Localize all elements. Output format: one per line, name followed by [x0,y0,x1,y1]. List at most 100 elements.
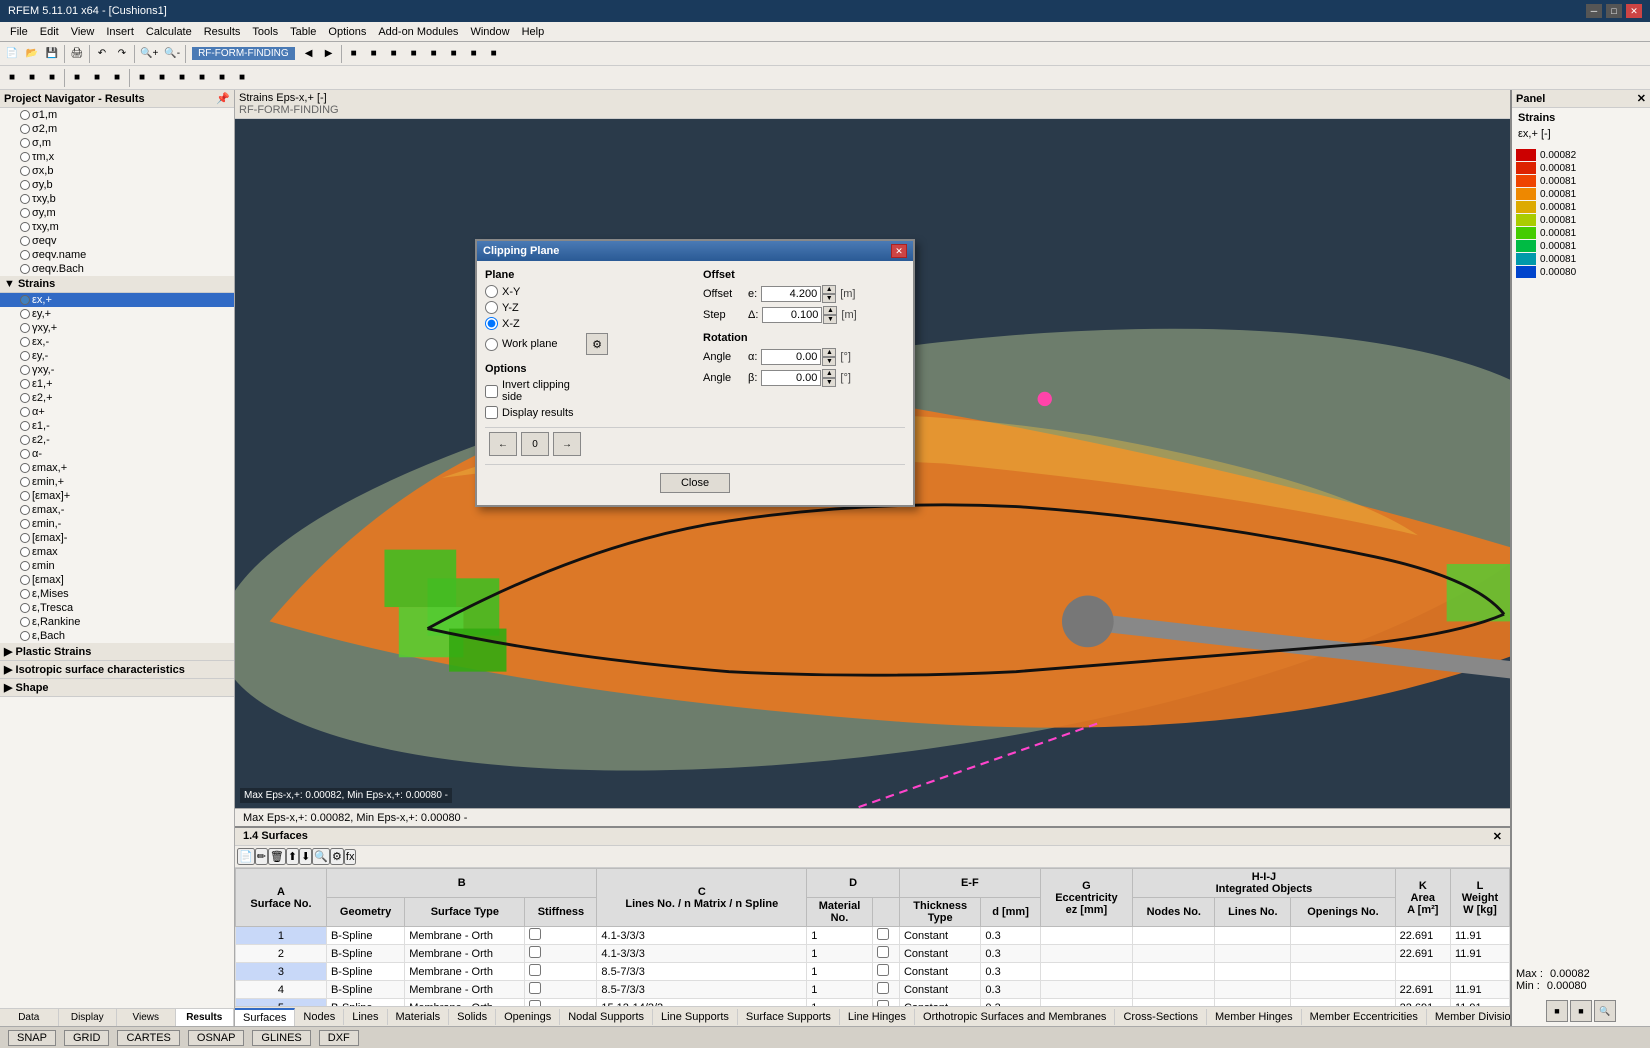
tree-item-tauxym[interactable]: τxy,m [0,220,234,234]
bt-btn3[interactable]: 🗑 [268,848,286,865]
tb2-btn2[interactable]: ■ [22,68,42,88]
window-controls[interactable]: ─ □ ✕ [1586,4,1642,18]
tree-item-alpha-plus[interactable]: α+ [0,405,234,419]
cartes-btn[interactable]: CARTES [117,1030,179,1046]
menu-results[interactable]: Results [198,24,247,40]
tb-btn4[interactable]: ■ [404,44,424,64]
tree-item-epsmax-minus[interactable]: εmax,- [0,503,234,517]
alpha-down-btn[interactable]: ▼ [822,357,836,366]
shape-section[interactable]: ▶ Shape [0,679,234,697]
tree-item-epstresca[interactable]: ε,Tresca [0,601,234,615]
menu-view[interactable]: View [65,24,101,40]
tb2-btn11[interactable]: ■ [212,68,232,88]
clipping-plane-dialog[interactable]: Clipping Plane ✕ Plane [475,239,915,507]
tree-item-gammaxy-minus[interactable]: γxy,- [0,363,234,377]
tb-btn7[interactable]: ■ [464,44,484,64]
tab-nodal-supports[interactable]: Nodal Supports [560,1009,653,1025]
menu-tools[interactable]: Tools [246,24,284,40]
beta-down-btn[interactable]: ▼ [822,378,836,387]
menu-table[interactable]: Table [284,24,322,40]
tree-item-eps2-plus[interactable]: ε2,+ [0,391,234,405]
beta-up-btn[interactable]: ▲ [822,369,836,378]
minimize-btn[interactable]: ─ [1586,4,1602,18]
thickness-chk[interactable] [877,982,889,994]
grid-btn[interactable]: GRID [64,1030,110,1046]
panel-close-icon[interactable]: ✕ [1637,92,1646,105]
zoom-in-btn[interactable]: 🔍+ [137,44,161,64]
plane-xz-radio[interactable] [485,317,498,330]
panel-tb-btn2[interactable]: ■ [1570,1000,1592,1022]
bt-btn5[interactable]: ⬇ [299,848,312,865]
undo-btn[interactable]: ↶ [92,44,112,64]
nav-right-btn[interactable]: ▶ [319,44,339,64]
tree-item-epsmises[interactable]: ε,Mises [0,587,234,601]
tree-item-sigmaxb[interactable]: σx,b [0,164,234,178]
tree-item-alpha-minus[interactable]: α- [0,447,234,461]
menu-options[interactable]: Options [322,24,372,40]
thickness-chk[interactable] [877,946,889,958]
invert-checkbox[interactable] [485,385,498,398]
bt-btn1[interactable]: 📄 [237,848,255,865]
offset-down-btn[interactable]: ▼ [822,294,836,303]
tree-item-eps1-plus[interactable]: ε1,+ [0,377,234,391]
tb-btn8[interactable]: ■ [484,44,504,64]
isotropic-section[interactable]: ▶ Isotropic surface characteristics [0,661,234,679]
menu-window[interactable]: Window [464,24,515,40]
tree-item-epsmin-minus[interactable]: εmin,- [0,517,234,531]
tb-btn3[interactable]: ■ [384,44,404,64]
dialog-tb-btn3[interactable]: → [553,432,581,456]
tb-btn6[interactable]: ■ [444,44,464,64]
bt-fx-btn[interactable]: fx [344,849,357,865]
tb-btn5[interactable]: ■ [424,44,444,64]
tree-item-sigmaeqv[interactable]: σeqv [0,234,234,248]
tree-item-epsmin[interactable]: εmin [0,559,234,573]
tab-member-div[interactable]: Member Divisions [1427,1009,1510,1025]
bt-btn4[interactable]: ⬆ [286,848,299,865]
tree-item-sigmaym[interactable]: σy,m [0,206,234,220]
tb2-btn9[interactable]: ■ [172,68,192,88]
tab-display[interactable]: Display [59,1009,118,1026]
beta-input[interactable] [761,370,821,386]
tree-item-sigmam[interactable]: σ,m [0,136,234,150]
tab-views[interactable]: Views [117,1009,176,1026]
table-row[interactable]: 3 B-Spline Membrane - Orth 8.5-7/3/3 1 C… [236,963,1510,981]
tree-item-eps1-minus[interactable]: ε1,- [0,419,234,433]
dialog-tb-btn2[interactable]: 0 [521,432,549,456]
plane-workplane-radio[interactable] [485,338,498,351]
table-container[interactable]: ASurface No. B CLines No. / n Matrix / n… [235,868,1510,1006]
tab-results[interactable]: Results [176,1009,235,1026]
stiffness-check[interactable] [529,946,541,958]
tab-lines[interactable]: Lines [344,1009,387,1025]
tree-item-taumx[interactable]: τm,x [0,150,234,164]
tb2-btn10[interactable]: ■ [192,68,212,88]
tab-surface-supports[interactable]: Surface Supports [738,1009,840,1025]
tree-item-epsmax[interactable]: εmax [0,545,234,559]
table-row[interactable]: 4 B-Spline Membrane - Orth 8.5-7/3/3 1 C… [236,981,1510,999]
plane-yz-radio[interactable] [485,301,498,314]
tree-item-gammaxy-plus[interactable]: γxy,+ [0,321,234,335]
close-btn[interactable]: ✕ [1626,4,1642,18]
tree-item-epsy-minus[interactable]: εy,- [0,349,234,363]
alpha-input[interactable] [761,349,821,365]
step-down-btn[interactable]: ▼ [823,315,837,324]
new-btn[interactable]: 📄 [2,44,22,64]
tab-surfaces[interactable]: Surfaces [235,1008,295,1026]
tb2-btn12[interactable]: ■ [232,68,252,88]
thickness-chk[interactable] [877,928,889,940]
tree-item-epsmax-bracket[interactable]: [εmax] [0,573,234,587]
panel-tb-btn3[interactable]: 🔍 [1594,1000,1616,1022]
workplane-settings-btn[interactable]: ⚙ [586,333,608,355]
tb2-btn6[interactable]: ■ [107,68,127,88]
stiffness-check[interactable] [529,928,541,940]
tab-orthotropic[interactable]: Orthotropic Surfaces and Membranes [915,1009,1115,1025]
tab-openings[interactable]: Openings [496,1009,560,1025]
step-input[interactable] [762,307,822,323]
panel-pin-icon[interactable]: 📌 [216,92,230,105]
tree-item-sigma2m[interactable]: σ2,m [0,122,234,136]
tree-item-epsmax-bracket-minus[interactable]: [εmax]- [0,531,234,545]
tree-item-sigmayb[interactable]: σy,b [0,178,234,192]
tab-line-hinges[interactable]: Line Hinges [840,1009,915,1025]
table-row[interactable]: 5 B-Spline Membrane - Orth 15.12-14/3/3 … [236,999,1510,1007]
dialog-close-button[interactable]: ✕ [891,244,907,258]
display-results-checkbox[interactable] [485,406,498,419]
